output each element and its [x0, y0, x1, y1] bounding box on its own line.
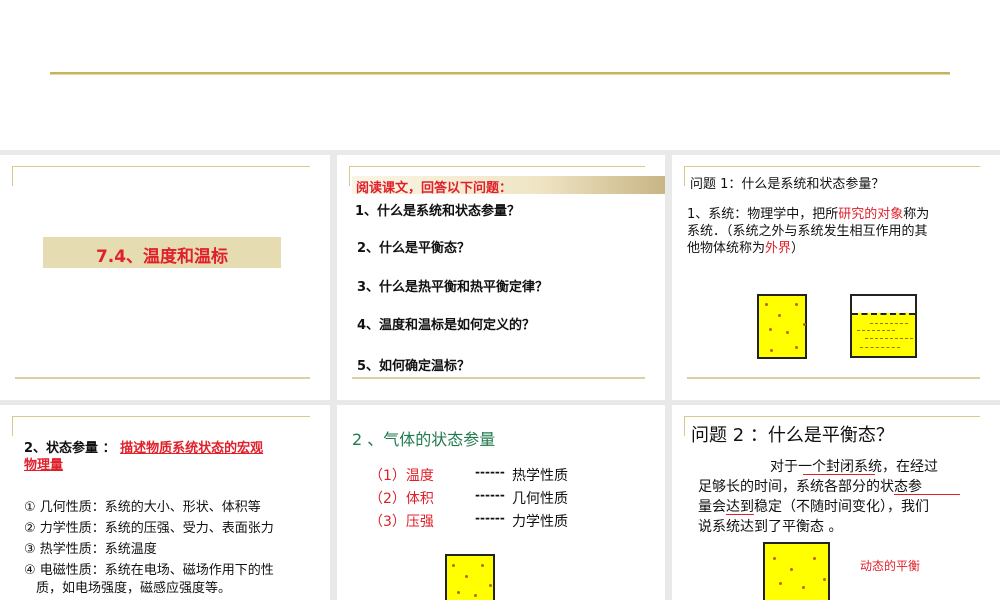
paragraph-line: 说系统达到了平衡态 。 [698, 519, 843, 535]
slide-thumbnail-1[interactable]: 7.4、温度和温标 [0, 155, 330, 400]
header-bar: 阅读课文，回答以下问题： [352, 176, 665, 196]
param-dash: ------ [475, 511, 505, 525]
slide-thumbnail-3[interactable]: 问题 1：什么是系统和状态参量？ 1、系统：物理学中，把所研究的对象称为 系统．… [672, 155, 1000, 400]
list-item: ③ 热学性质：系统温度 [24, 542, 157, 557]
paragraph-line: 对于一个封闭系统，在经过 [770, 459, 938, 475]
slide-thumbnail-5[interactable]: 2 、气体的状态参量 （1）温度 ------ 热学性质 （2）体积 ------… [337, 405, 665, 600]
question-1: 1、什么是系统和状态参量？ [355, 204, 521, 219]
list-item: ① 几何性质：系统的大小、形状、体积等 [24, 500, 261, 515]
decor-line [12, 166, 13, 186]
divider [50, 72, 950, 75]
question-5: 5、如何确定温标？ [357, 359, 471, 374]
decor-line [12, 416, 310, 417]
slide-thumbnail-6[interactable]: 问题 2 ：什么是平衡态？ 对于一个封闭系统，在经过 足够长的时间，系统各部分的… [672, 405, 1000, 600]
decor-line [684, 166, 980, 167]
param-property: 力学性质 [512, 514, 568, 530]
definition: 描述物质系统状态的宏观 [120, 441, 264, 456]
question-3: 3、什么是热平衡和热平衡定律？ [357, 280, 549, 295]
decor-line [12, 166, 310, 167]
slide-title: 7.4、温度和温标 [95, 247, 229, 267]
param-property: 几何性质 [512, 491, 568, 507]
gas-container [763, 542, 830, 600]
question-title: 问题 2 ：什么是平衡态？ [691, 425, 894, 446]
definition: 物理量 [24, 458, 64, 473]
decor-line [684, 416, 685, 436]
decor-line [687, 377, 980, 379]
note-label: 动态的平衡 [860, 559, 921, 573]
list-item: 质，如电场强度，磁感应强度等。 [36, 581, 232, 596]
param-name: （2）体积 [369, 491, 434, 507]
list-item: ④ 电磁性质：系统在电场、磁场作用下的性 [24, 563, 274, 578]
param-name: （1）温度 [369, 468, 434, 484]
decor-line [352, 377, 645, 379]
param-dash: ------ [475, 465, 505, 479]
top-area [0, 0, 1000, 150]
highlight: 外界 [765, 241, 792, 256]
decor-line [684, 166, 685, 186]
paragraph-line: 量会达到稳定（不随时间变化），我们 [698, 499, 929, 515]
decor-line [349, 166, 645, 167]
header-text: 阅读课文，回答以下问题： [356, 181, 513, 196]
decor-line [349, 166, 350, 186]
param-dash: ------ [475, 488, 505, 502]
heading: 2 、气体的状态参量 [352, 430, 496, 449]
question-4: 4、温度和温标是如何定义的？ [357, 318, 536, 333]
slide-thumbnail-4[interactable]: 2、状态参量 ： 描述物质系统状态的宏观 物理量 ① 几何性质：系统的大小、形状… [0, 405, 330, 600]
text: ） [791, 241, 805, 256]
list-item: ② 力学性质：系统的压强、受力、表面张力 [24, 521, 274, 536]
decor-line [684, 416, 980, 417]
param-property: 热学性质 [512, 468, 568, 484]
gas-container [757, 294, 807, 359]
decor-line [15, 377, 310, 379]
text: 他物体统称为 [687, 241, 766, 256]
paragraph-line: 足够长的时间，系统各部分的状态参 [698, 479, 922, 495]
question-2: 2、什么是平衡态？ [357, 241, 471, 256]
param-name: （3）压强 [369, 514, 434, 530]
title-box: 7.4、温度和温标 [43, 237, 281, 268]
liquid-container [850, 294, 917, 358]
decor-line [12, 416, 13, 436]
slide-thumbnail-2[interactable]: 阅读课文，回答以下问题： 1、什么是系统和状态参量？ 2、什么是平衡态？ 3、什… [337, 155, 665, 400]
gas-container [445, 554, 495, 600]
question-title: 问题 1：什么是系统和状态参量？ [690, 177, 885, 192]
